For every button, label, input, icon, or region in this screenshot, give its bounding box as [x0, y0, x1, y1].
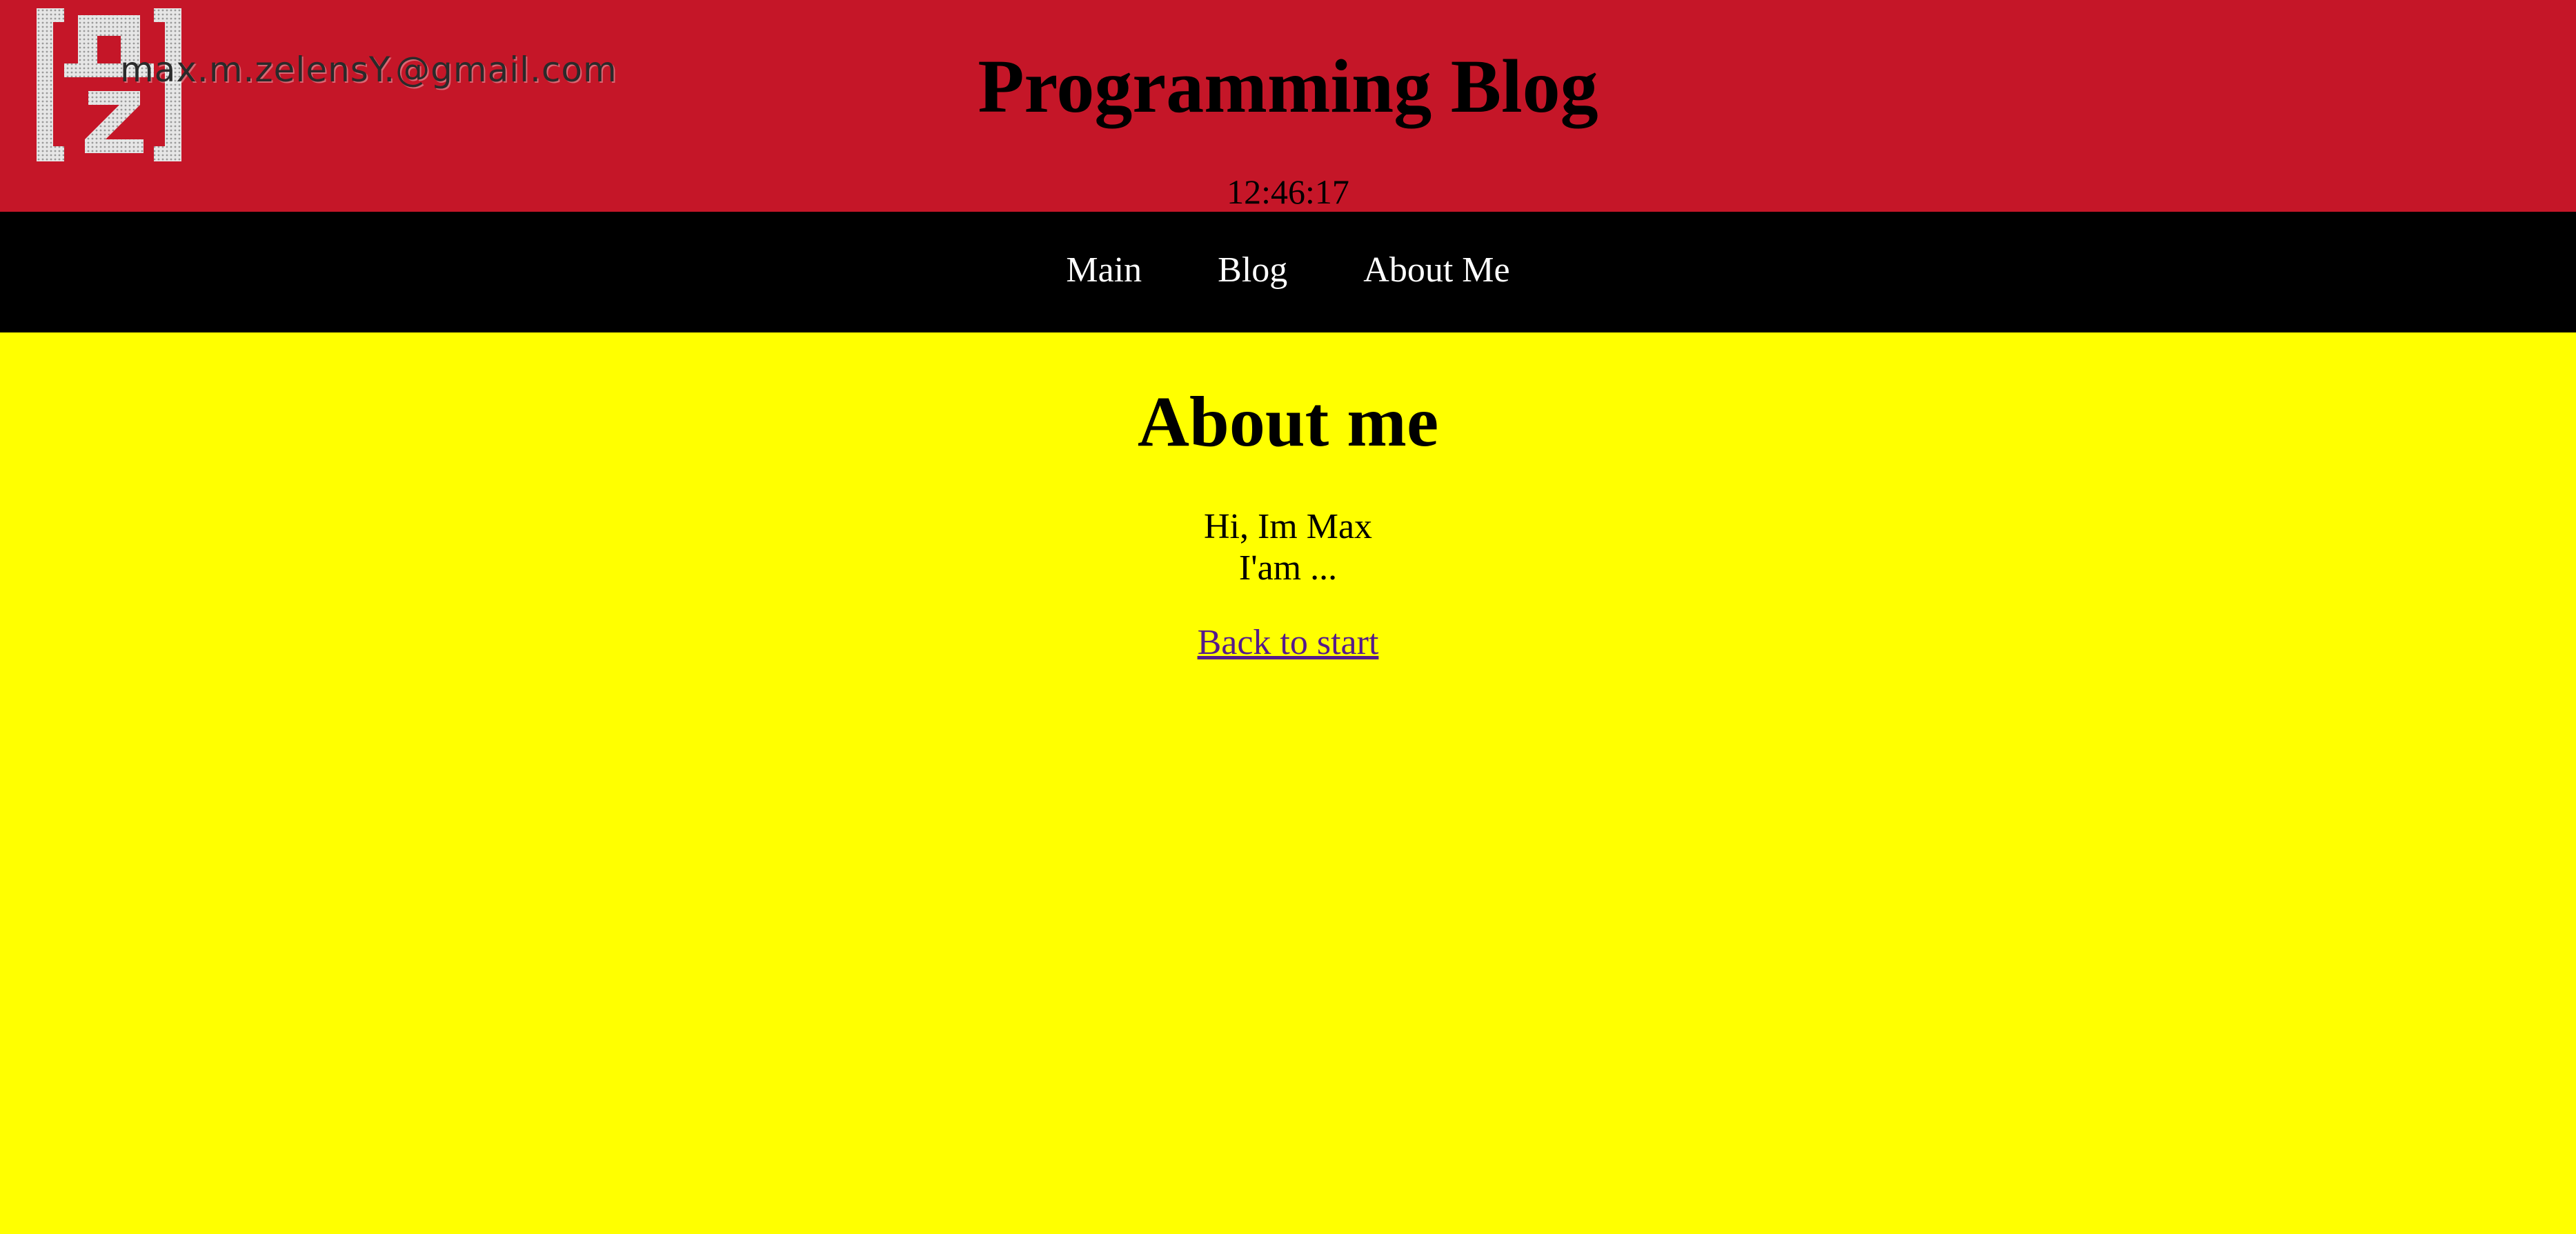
about-text: Hi, Im Max I'am ... — [0, 506, 2576, 589]
clock-time: 12:46:17 — [1227, 172, 1349, 211]
main-navigation: Main Blog About Me — [0, 212, 2576, 332]
nav-link-about-me[interactable]: About Me — [1325, 246, 1547, 295]
nav-link-blog[interactable]: Blog — [1180, 246, 1325, 295]
nav-link-main[interactable]: Main — [1028, 246, 1180, 295]
about-line-2: I'am ... — [1238, 548, 1338, 588]
site-header: max.m.zelensY.@gmail.com Programming Blo… — [0, 0, 2576, 212]
page-heading: About me — [1137, 382, 1439, 461]
about-line-1: Hi, Im Max — [1203, 507, 1373, 546]
main-content: About me Hi, Im Max I'am ... Back to sta… — [0, 332, 2576, 664]
back-to-start-link[interactable]: Back to start — [1198, 622, 1379, 664]
site-title: Programming Blog — [978, 44, 1598, 128]
